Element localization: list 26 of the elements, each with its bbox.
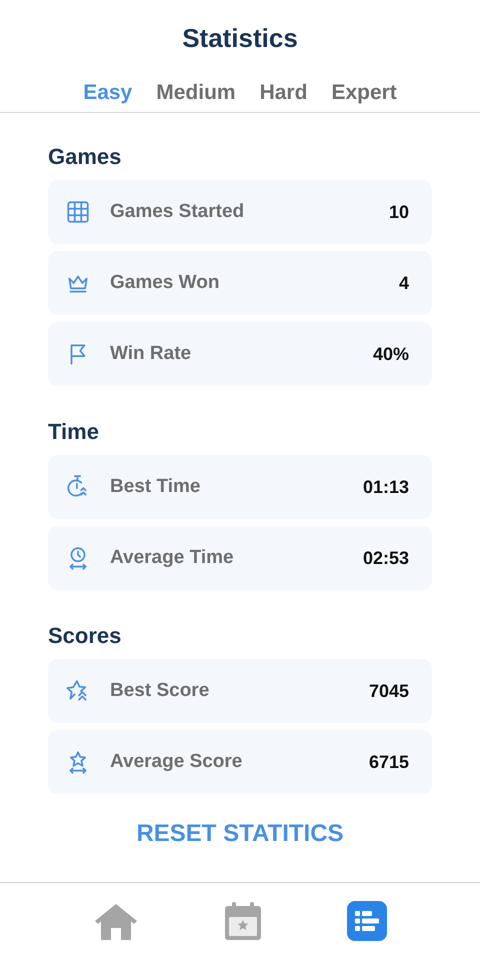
- difficulty-tab[interactable]: Expert: [331, 80, 397, 106]
- calendar-icon[interactable]: [224, 900, 262, 940]
- stat-label: Games Won: [110, 270, 220, 295]
- stat-value: 10: [388, 200, 409, 224]
- stat-value: 7045: [368, 680, 409, 702]
- stat-label: Average Score: [110, 750, 242, 774]
- grid-icon: [65, 199, 91, 225]
- section-heading: Scores: [48, 622, 122, 650]
- stat-value: 6715: [368, 750, 409, 774]
- difficulty-tab[interactable]: Medium: [156, 80, 236, 106]
- difficulty-tab[interactable]: Easy: [83, 80, 132, 106]
- stat-value: 40%: [372, 342, 409, 366]
- stat-label: Games Started: [110, 200, 244, 224]
- stat-label: Best Score: [110, 678, 210, 703]
- difficulty-tab[interactable]: Hard: [260, 80, 308, 106]
- stat-label: Best Time: [110, 474, 200, 499]
- section-heading: Games: [48, 143, 122, 171]
- stat-label: Win Rate: [110, 342, 192, 366]
- section-heading: Time: [48, 418, 99, 446]
- reset-button[interactable]: RESET STATITICS: [136, 819, 344, 849]
- stat-label: Average Time: [110, 546, 234, 570]
- stat-value: 4: [398, 272, 409, 294]
- stat-value: 02:53: [362, 546, 409, 570]
- stats-icon[interactable]: [347, 900, 388, 940]
- page-title: Statistics: [182, 22, 298, 54]
- stat-value: 01:13: [362, 476, 409, 498]
